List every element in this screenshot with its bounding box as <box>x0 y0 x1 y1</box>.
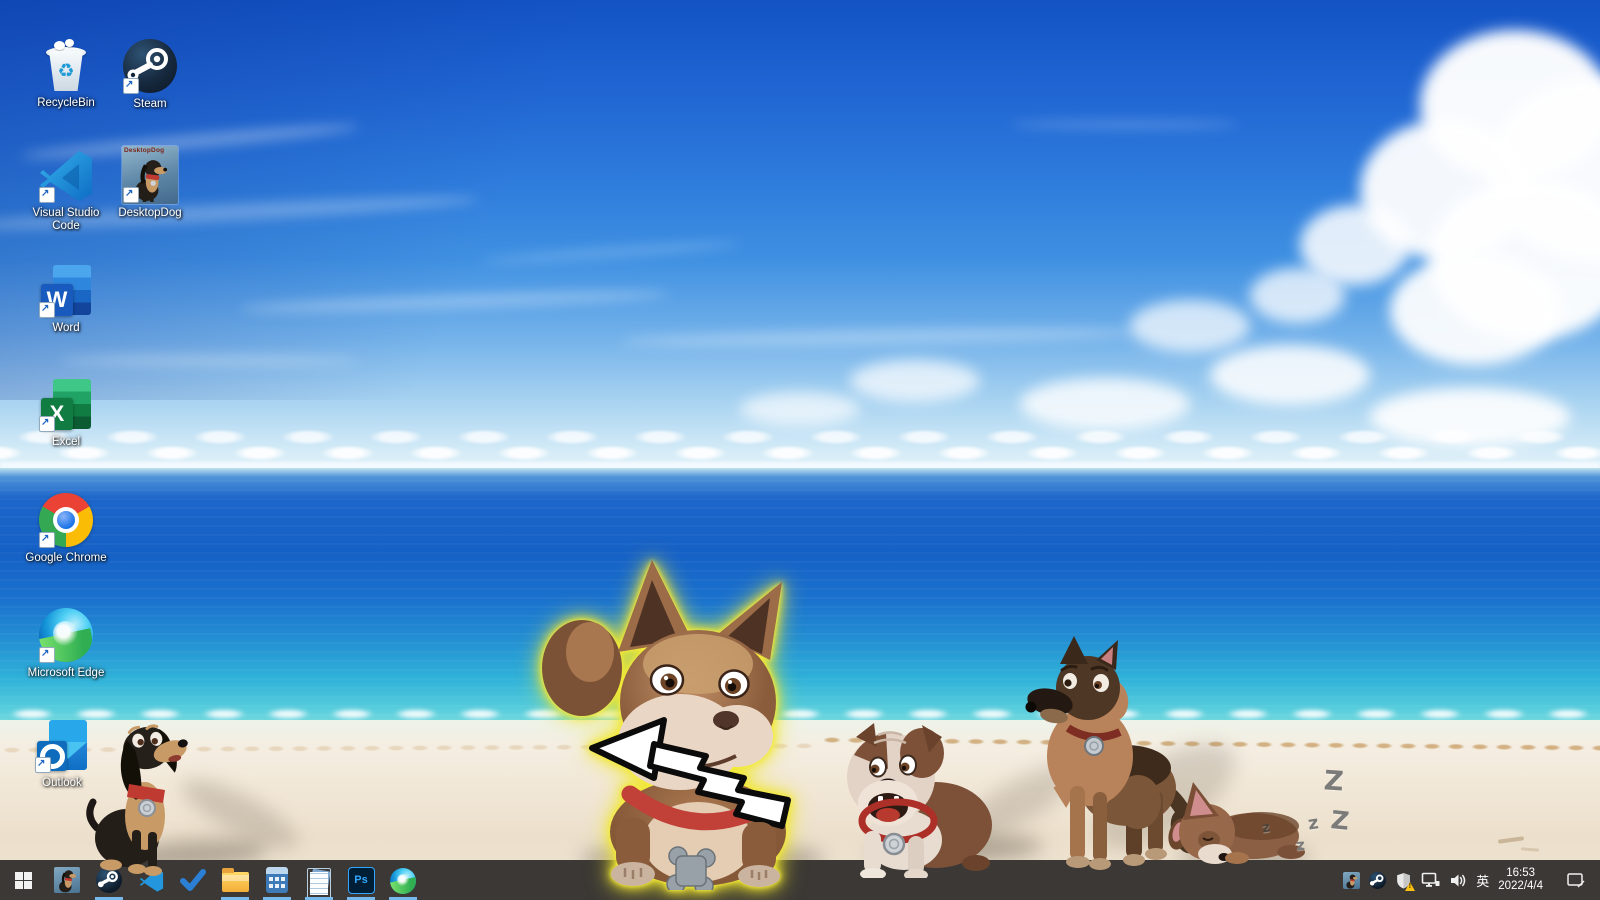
photoshop-icon: Ps <box>348 867 375 894</box>
cloud-band <box>0 440 1600 464</box>
excel-icon <box>38 377 94 433</box>
taskbar-button-file-explorer[interactable] <box>214 860 256 900</box>
taskbar-button-photoshop[interactable]: Ps <box>340 860 382 900</box>
warning-badge-icon <box>1405 882 1415 891</box>
tray-steam-icon[interactable] <box>1369 872 1386 889</box>
shortcut-arrow-icon <box>123 78 139 94</box>
cloud <box>60 355 360 366</box>
taskbar-button-calculator[interactable] <box>256 860 298 900</box>
chrome-icon <box>38 493 94 549</box>
notepad-icon <box>306 867 332 893</box>
ime-language-indicator[interactable]: 英 <box>1476 871 1489 890</box>
cloud <box>850 360 980 402</box>
cloud <box>1250 268 1345 323</box>
windows-logo-icon <box>15 872 32 889</box>
desktopdog-icon: DesktopDog <box>122 146 178 204</box>
corgi-dog-selected[interactable] <box>530 550 800 890</box>
bulldog-dog[interactable] <box>836 703 996 878</box>
taskbar-button-notepad[interactable] <box>298 860 340 900</box>
clock[interactable]: 16:53 2022/4/4 <box>1498 867 1543 893</box>
desktop-icon-label: RecycleBin <box>23 97 109 110</box>
cloud <box>1010 120 1240 129</box>
desktop-icon-word[interactable]: Word <box>23 263 109 335</box>
cloud <box>1210 345 1370 405</box>
shortcut-arrow-icon <box>123 187 139 203</box>
taskbar: Ps <box>0 860 1600 900</box>
shortcut-arrow-icon <box>39 416 55 432</box>
edge-icon <box>38 608 94 664</box>
sleeping-puppy-dog[interactable] <box>1165 772 1305 872</box>
start-button[interactable] <box>0 860 46 900</box>
shortcut-arrow-icon <box>39 532 55 548</box>
sea-texture <box>0 480 1600 720</box>
shortcut-arrow-icon <box>39 187 55 203</box>
desktop-icon-label: Google Chrome <box>23 552 109 565</box>
action-center-icon[interactable] <box>1566 872 1586 889</box>
recycle-bin-icon <box>38 38 94 94</box>
calculator-icon <box>266 867 288 893</box>
desktop-icon-recyclebin[interactable]: RecycleBin <box>23 38 109 110</box>
shortcut-arrow-icon <box>39 302 55 318</box>
system-tray: 英 16:53 2022/4/4 <box>1343 860 1600 900</box>
desktop-icon-excel[interactable]: Excel <box>23 377 109 449</box>
desktop-icon-vscode[interactable]: Visual Studio Code <box>23 148 109 233</box>
tray-volume-icon[interactable] <box>1449 873 1467 888</box>
sleep-z: Z <box>1330 805 1351 836</box>
steam-icon <box>122 39 178 95</box>
desktop-icon-label: Word <box>23 322 109 335</box>
desktop-icon-label: Steam <box>107 98 193 111</box>
tray-security-shield-icon[interactable] <box>1395 872 1412 889</box>
desktop-icon-edge[interactable]: Microsoft Edge <box>23 607 109 680</box>
desktopdog-icon <box>54 867 80 893</box>
sleep-z: z <box>1295 836 1305 855</box>
clock-date: 2022/4/4 <box>1498 880 1543 893</box>
dachshund-dog[interactable] <box>85 698 200 878</box>
tray-desktopdog-icon[interactable] <box>1343 872 1360 889</box>
sleep-z: Z <box>1323 765 1345 797</box>
desktopdog-thumbnail-caption: DesktopDog <box>124 147 164 154</box>
desktop-icon-label: Visual Studio Code <box>23 207 109 233</box>
cloud <box>1130 300 1250 352</box>
word-icon <box>38 263 94 319</box>
taskbar-button-edge[interactable] <box>382 860 424 900</box>
desktop-icon-desktopdog[interactable]: DesktopDog DesktopDog <box>107 146 193 220</box>
edge-icon <box>390 868 416 894</box>
outlook-icon <box>34 718 90 774</box>
shortcut-arrow-icon <box>39 647 55 663</box>
desktop-icon-label: DesktopDog <box>107 207 193 220</box>
cloud <box>1020 378 1190 430</box>
desktop-icon-label: Excel <box>23 436 109 449</box>
desktop: RecycleBin Steam <box>0 0 1600 900</box>
taskbar-button-desktopdog[interactable] <box>46 860 88 900</box>
vscode-icon <box>38 148 94 204</box>
desktop-icon-label: Microsoft Edge <box>23 667 109 680</box>
tray-network-icon[interactable] <box>1421 872 1440 888</box>
shortcut-arrow-icon <box>35 757 51 773</box>
desktop-icon-chrome[interactable]: Google Chrome <box>23 492 109 565</box>
cloud <box>740 392 860 426</box>
file-explorer-icon <box>222 872 249 892</box>
cloud <box>1390 255 1560 365</box>
desktop-icon-steam[interactable]: Steam <box>107 38 193 111</box>
clock-time: 16:53 <box>1498 867 1543 880</box>
